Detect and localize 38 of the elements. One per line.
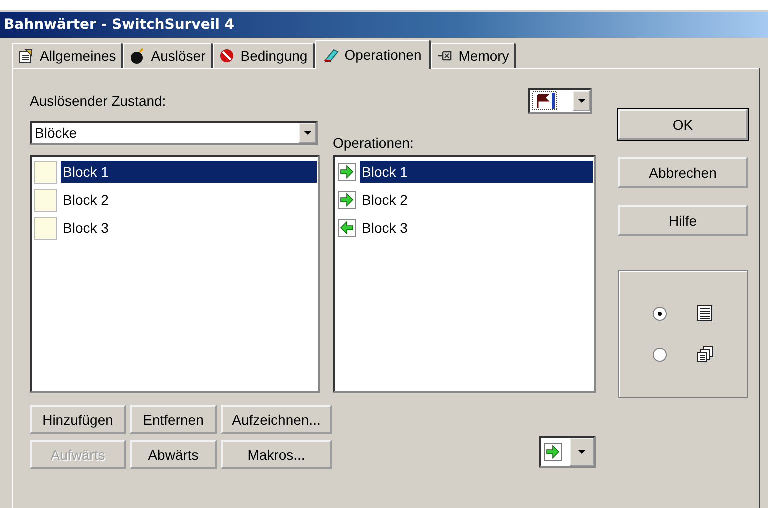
list-item[interactable]: Block 3 xyxy=(360,217,593,239)
list-item[interactable]: Block 3 xyxy=(61,217,317,239)
radio-button[interactable] xyxy=(652,306,666,320)
window-title: Bahnwärter - SwitchSurveil 4 xyxy=(4,17,235,33)
button[interactable]: Hinzufügen xyxy=(30,405,126,434)
button[interactable]: OK xyxy=(618,109,748,140)
properties-icon xyxy=(18,48,34,64)
list-icon xyxy=(696,305,714,322)
button[interactable]: Entfernen xyxy=(130,405,217,434)
tab[interactable]: Memory xyxy=(430,43,516,68)
pages-icon xyxy=(696,346,714,363)
button[interactable]: Makros... xyxy=(221,440,332,469)
tab[interactable]: Bedingung xyxy=(212,43,315,68)
tab[interactable]: Auslöser xyxy=(123,43,213,68)
arrow-icon xyxy=(338,191,356,209)
button[interactable]: Aufzeichnen... xyxy=(221,405,332,434)
field-label: Auslösender Zustand: xyxy=(30,93,166,109)
arrow-icon xyxy=(338,219,356,237)
list-item[interactable]: Block 2 xyxy=(360,189,593,211)
field-label: Operationen: xyxy=(333,135,415,151)
flag-icon xyxy=(532,91,558,111)
list-item[interactable]: Block 1 xyxy=(360,161,593,183)
source-dropdown[interactable]: Blöcke xyxy=(30,121,318,145)
bomb-icon xyxy=(129,48,146,64)
arrow-icon xyxy=(338,163,356,181)
direction-dropdown[interactable] xyxy=(539,436,596,468)
radio-button[interactable] xyxy=(652,348,666,362)
forbidden-icon xyxy=(218,48,235,64)
state-dropdown[interactable] xyxy=(528,88,592,114)
button[interactable]: Abbrechen xyxy=(618,157,748,188)
button[interactable]: Hilfe xyxy=(618,205,748,236)
caret-icon xyxy=(573,91,590,111)
arrow-icon xyxy=(544,443,562,461)
button[interactable]: Abwärts xyxy=(130,440,217,469)
list-item[interactable]: Block 1 xyxy=(61,161,317,183)
tab[interactable]: Allgemeines xyxy=(12,43,124,68)
list-item[interactable]: Block 2 xyxy=(61,189,317,211)
tab[interactable]: Operationen xyxy=(314,40,431,69)
